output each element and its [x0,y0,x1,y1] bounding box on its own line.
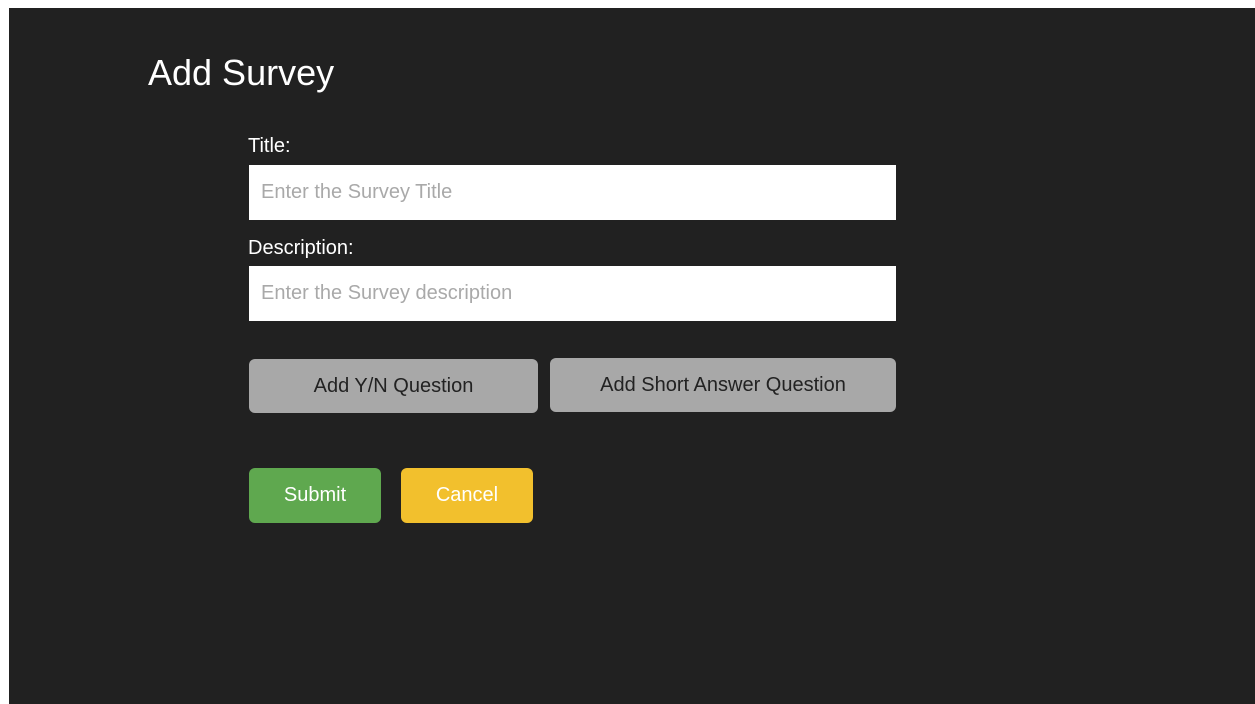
add-yn-question-button[interactable]: Add Y/N Question [249,359,538,413]
page-title: Add Survey [148,52,335,93]
description-input[interactable] [249,266,896,321]
add-short-answer-question-button[interactable]: Add Short Answer Question [550,358,896,412]
title-label: Title: [248,135,291,157]
title-input[interactable] [249,165,896,220]
cancel-button[interactable]: Cancel [401,468,533,523]
description-label: Description: [248,237,354,259]
submit-button[interactable]: Submit [249,468,381,523]
app-frame: Add Survey Title: Description: Add Y/N Q… [9,8,1255,704]
